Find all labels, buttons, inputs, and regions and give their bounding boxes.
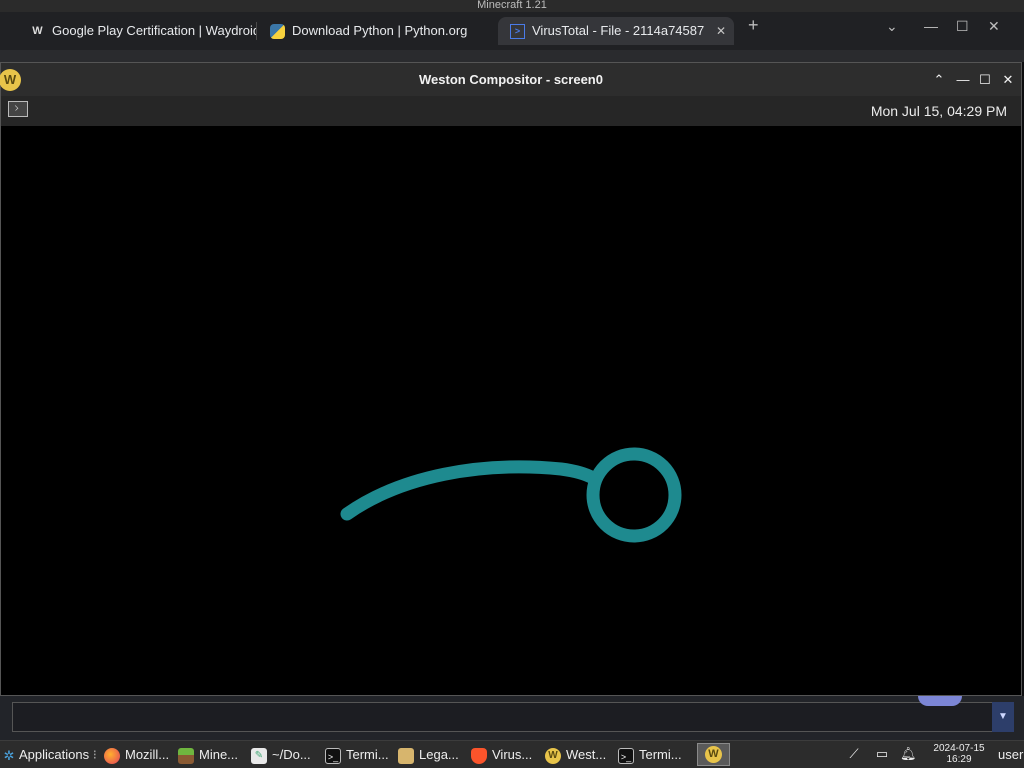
taskbar-clock[interactable]: 2024-07-15 16:29 <box>926 743 992 765</box>
taskbar-item-label: ~/Do... <box>272 747 311 762</box>
network-disconnected-icon[interactable]: ⟋ <box>846 746 862 762</box>
brave-icon <box>471 747 487 764</box>
maximize-button[interactable]: ☐ <box>974 63 996 96</box>
applications-label: Applications <box>19 747 90 762</box>
firefox-icon <box>104 747 120 764</box>
applications-menu[interactable]: ✲ Applications ⁝ <box>2 741 97 768</box>
taskbar-item-weston[interactable]: W West... <box>545 741 606 768</box>
tab-waydroid[interactable]: W Google Play Certification | Waydroid <box>18 17 256 45</box>
taskbar-item-label: Virus... <box>492 747 533 762</box>
taskbar-date: 2024-07-15 <box>933 743 985 754</box>
scroll-down-icon[interactable]: ▼ <box>992 702 1014 732</box>
taskbar-item-brave[interactable]: Virus... <box>471 741 532 768</box>
taskbar-active-weston[interactable]: W <box>697 743 730 766</box>
taskbar-item-terminal-2[interactable]: >_ Termi... <box>618 741 682 768</box>
weston-icon: W <box>545 747 561 764</box>
tab-separator <box>256 22 257 40</box>
folder-icon <box>398 747 414 764</box>
browser-toolbar <box>0 50 1024 62</box>
tab-list-button[interactable]: ⌄ <box>886 18 898 35</box>
drawn-stroke <box>340 460 600 521</box>
minecraft-icon <box>178 747 194 764</box>
taskbar-item-label: West... <box>566 747 607 762</box>
taskbar: ✲ Applications ⁝ Mozill... Mine... ✎ ~/Do.… <box>0 740 1024 768</box>
notification-bell-icon[interactable]: 🔔︎ <box>900 746 917 762</box>
tab-python[interactable]: Download Python | Python.org <box>258 17 496 45</box>
drawn-circle <box>586 447 682 543</box>
background-shape <box>918 696 962 706</box>
terminal-launcher-icon[interactable] <box>8 101 28 117</box>
window-title: Weston Compositor - screen0 <box>419 72 603 87</box>
tab-label: Download Python | Python.org <box>292 23 468 38</box>
text-editor-icon: ✎ <box>251 747 267 764</box>
weston-logo-icon: W <box>0 69 21 91</box>
weston-icon: W <box>705 746 722 763</box>
taskbar-item-label: Lega... <box>419 747 459 762</box>
weston-window: Weston Compositor - screen0 W ⌃ — ☐ ✕ Mo… <box>0 62 1022 696</box>
tab-label: VirusTotal - File - 2114a74587 <box>532 23 705 38</box>
weston-panel: Mon Jul 15, 04:29 PM <box>1 96 1021 126</box>
user-menu[interactable]: user <box>998 741 1023 768</box>
battery-icon[interactable]: ▭ <box>874 746 890 762</box>
virustotal-icon: > <box>510 24 525 39</box>
taskbar-item-legacy[interactable]: Lega... <box>398 741 459 768</box>
taskbar-item-minecraft[interactable]: Mine... <box>178 741 238 768</box>
taskbar-item-firefox[interactable]: Mozill... <box>104 741 169 768</box>
browser-maximize-button[interactable]: ☐ <box>956 18 969 35</box>
panel-clock: Mon Jul 15, 04:29 PM <box>870 103 1007 119</box>
drawing-canvas[interactable] <box>1 126 1021 695</box>
terminal-icon: >_ <box>325 747 341 764</box>
background-panel <box>12 702 1014 732</box>
taskbar-item-label: Mine... <box>199 747 239 762</box>
taskbar-time: 16:29 <box>946 754 972 765</box>
taskbar-item-label: Termi... <box>346 747 389 762</box>
new-tab-button[interactable]: + <box>748 15 759 36</box>
xfce-mouse-icon: ✲ <box>3 747 15 763</box>
background-window-title: Minecraft 1.21 <box>0 0 1024 12</box>
browser-minimize-button[interactable]: — <box>924 18 938 34</box>
browser-close-button[interactable]: ✕ <box>988 18 1000 35</box>
weston-titlebar[interactable]: Weston Compositor - screen0 <box>1 63 1021 96</box>
taskbar-item-label: Termi... <box>639 747 682 762</box>
tab-virustotal[interactable]: > VirusTotal - File - 2114a74587 ✕ <box>498 17 734 45</box>
taskbar-item-label: Mozill... <box>125 747 170 762</box>
drawing-svg <box>340 447 682 543</box>
wikipedia-icon: W <box>32 25 43 37</box>
taskbar-item-terminal[interactable]: >_ Termi... <box>325 741 389 768</box>
collapse-button[interactable]: ⌃ <box>928 63 950 96</box>
tab-label: Google Play Certification | Waydroid <box>52 23 256 38</box>
minimize-button[interactable]: — <box>952 63 974 96</box>
terminal-icon: >_ <box>618 747 634 764</box>
python-icon <box>270 24 285 39</box>
taskbar-item-files[interactable]: ✎ ~/Do... <box>251 741 311 768</box>
close-button[interactable]: ✕ <box>997 63 1019 96</box>
close-tab-icon[interactable]: ✕ <box>716 17 726 45</box>
